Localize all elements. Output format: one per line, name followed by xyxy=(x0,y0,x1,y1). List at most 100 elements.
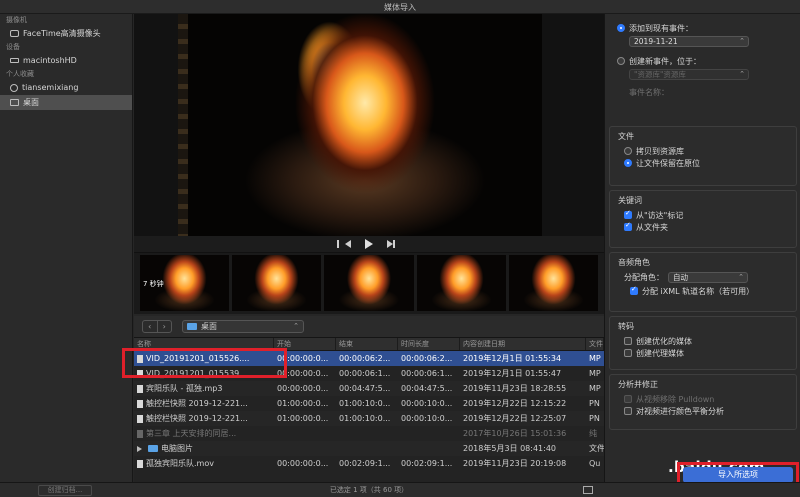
cell-name: 第三章 上天安排的同居... xyxy=(146,429,237,438)
previous-icon[interactable] xyxy=(337,240,351,248)
cell-created: 2018年5月3日 08:41:40 xyxy=(463,444,557,453)
checkbox-folders[interactable] xyxy=(624,221,632,231)
transcode-header: 转码 xyxy=(618,322,634,331)
optimized-label: 创建优化的媒体 xyxy=(636,336,692,346)
radio-leave[interactable] xyxy=(624,159,632,167)
audio-roles-header: 音频角色 xyxy=(618,258,650,267)
assign-role-dropdown[interactable]: 自动 xyxy=(668,271,748,283)
column-header-name[interactable]: 名称 xyxy=(134,338,274,350)
add-to-existing-option[interactable]: 添加到现有事件： xyxy=(617,22,789,34)
cell-duration xyxy=(398,441,460,456)
audio-roles-group: 音频角色 分配角色： 自动 分配 iXML 轨道名称（若可用） xyxy=(609,252,797,312)
filmstrip-frame: 7 秒钟 xyxy=(140,255,230,311)
proxy-media-option[interactable]: 创建代理媒体 xyxy=(618,347,788,359)
nav-buttons: ‹ › xyxy=(142,320,172,333)
cell-created: 2019年12月22日 12:15:22 xyxy=(463,399,567,408)
checkbox-color-balance[interactable] xyxy=(624,407,632,415)
color-balance-label: 对视频进行颜色平衡分析 xyxy=(636,406,724,416)
radio-add-existing[interactable] xyxy=(617,24,625,32)
finder-tags-option[interactable]: 从"访达"标记 xyxy=(618,209,788,221)
import-selected-button[interactable]: 导入所选项 xyxy=(683,467,793,483)
column-header-type[interactable]: 文件 xyxy=(586,338,604,350)
sidebar-item-facetime-camera[interactable]: FaceTime高清摄像头 xyxy=(0,26,132,41)
leave-in-place-option[interactable]: 让文件保留在原位 xyxy=(618,157,788,169)
checkbox-optimized[interactable] xyxy=(624,337,632,345)
cell-start: 00:00:00:0... xyxy=(277,354,329,363)
sidebar-item-label: tiansemixiang xyxy=(22,83,79,92)
path-label: 桌面 xyxy=(201,322,217,331)
clip-duration-label: 7 秒钟 xyxy=(143,280,164,288)
folders-option[interactable]: 从文件夹 xyxy=(618,221,788,233)
library-dropdown[interactable]: "资源库"资源库 xyxy=(629,69,749,80)
path-selector[interactable]: 桌面 ⌃ xyxy=(182,320,304,333)
sidebar-item-user[interactable]: tiansemixiang xyxy=(0,80,132,95)
cell-duration xyxy=(398,426,460,441)
table-row[interactable]: VID_20191201_015526.... 00:00:00:0... 00… xyxy=(134,351,604,366)
filmstrip-frame xyxy=(416,255,506,311)
column-header-created[interactable]: 内容创建日期 xyxy=(460,338,586,350)
cell-type: 文件 xyxy=(589,444,604,453)
color-balance-option[interactable]: 对视频进行颜色平衡分析 xyxy=(618,405,788,417)
sidebar-item-label: macintoshHD xyxy=(23,56,77,65)
cell-created: 2019年12月1日 01:55:34 xyxy=(463,354,562,363)
sidebar-item-desktop[interactable]: 桌面 xyxy=(0,95,132,110)
cell-type: MP xyxy=(589,354,601,363)
sidebar-section-header: 个人收藏 xyxy=(6,70,34,78)
cell-start xyxy=(274,441,336,456)
sidebar-item-label: FaceTime高清摄像头 xyxy=(23,29,101,38)
sidebar-section-header: 摄像机 xyxy=(6,16,27,24)
table-header: 名称 开始 结束 时间长度 内容创建日期 文件 xyxy=(134,338,604,351)
create-archive-button[interactable]: 创建归档... xyxy=(38,485,92,496)
sidebar-item-label: 桌面 xyxy=(23,98,39,107)
add-existing-label: 添加到现有事件： xyxy=(629,23,693,33)
cell-name: VID_20191201_015539.... xyxy=(146,369,250,378)
radio-create-new[interactable] xyxy=(617,57,625,65)
file-table: 名称 开始 结束 时间长度 内容创建日期 文件 VID_20191201_015… xyxy=(134,338,604,482)
checkbox-proxy[interactable] xyxy=(624,349,632,357)
checkbox-pulldown[interactable] xyxy=(624,395,632,403)
cell-start: 00:00:00:0... xyxy=(277,369,329,378)
radio-copy[interactable] xyxy=(624,147,632,155)
filmstrip-frame xyxy=(232,255,322,311)
transport-controls xyxy=(134,236,604,252)
cell-duration: 00:00:06:2... xyxy=(401,354,453,363)
sidebar-item-macintoshhd[interactable]: macintoshHD xyxy=(0,53,132,68)
checkbox-finder-tags[interactable] xyxy=(624,209,632,219)
table-row[interactable]: 触控栏快照 2019-12-221... 01:00:00:0... 01:00… xyxy=(134,396,604,411)
table-row[interactable]: 电脑图片 2018年5月3日 08:41:40 文件 xyxy=(134,441,604,456)
cell-type: PN xyxy=(589,399,600,408)
table-row[interactable]: VID_20191201_015539.... 00:00:00:0... 00… xyxy=(134,366,604,381)
file-icon xyxy=(137,459,143,468)
existing-event-dropdown[interactable]: 2019-11-21 xyxy=(629,36,749,47)
play-icon[interactable] xyxy=(365,239,373,249)
ixml-label: 分配 iXML 轨道名称（若可用） xyxy=(642,286,755,296)
filmstrip-frame xyxy=(324,255,414,311)
ixml-option[interactable]: 分配 iXML 轨道名称（若可用） xyxy=(618,285,788,297)
leave-label: 让文件保留在原位 xyxy=(636,158,700,168)
back-button[interactable]: ‹ xyxy=(143,321,158,332)
table-row[interactable]: 宾阳乐队 - 孤独.mp3 00:00:00:0... 00:04:47:5..… xyxy=(134,381,604,396)
optimized-media-option[interactable]: 创建优化的媒体 xyxy=(618,335,788,347)
assign-role-row: 分配角色： 自动 xyxy=(618,271,788,283)
cell-end: 00:00:06:1... xyxy=(339,369,391,378)
create-new-event-option[interactable]: 创建新事件，位于： xyxy=(617,55,789,67)
clip-filmstrip[interactable]: 7 秒钟 xyxy=(134,252,604,314)
column-header-end[interactable]: 结束 xyxy=(336,338,398,350)
pulldown-option[interactable]: 从视频移除 Pulldown xyxy=(618,393,788,405)
filmstrip-view-icon[interactable] xyxy=(583,486,593,494)
forward-button[interactable]: › xyxy=(158,321,172,332)
disk-icon xyxy=(10,58,19,63)
copy-to-library-option[interactable]: 拷贝到资源库 xyxy=(618,145,788,157)
column-header-duration[interactable]: 时间长度 xyxy=(398,338,460,350)
checkbox-ixml[interactable] xyxy=(630,285,638,295)
next-icon[interactable] xyxy=(387,240,395,248)
keywords-group: 关键词 从"访达"标记 从文件夹 xyxy=(609,190,797,248)
column-header-start[interactable]: 开始 xyxy=(274,338,336,350)
table-row[interactable]: 第三章 上天安排的同居... 2017年10月26日 15:01:36 纯 xyxy=(134,426,604,441)
cell-duration: 00:00:10:0... xyxy=(401,399,453,408)
disclosure-triangle-icon[interactable] xyxy=(137,445,142,452)
selection-status: 已选定 1 项（共 60 项） xyxy=(329,486,409,494)
table-row[interactable]: 孤独宾阳乐队.mov 00:00:00:0... 00:02:09:1... 0… xyxy=(134,456,604,471)
cell-duration: 00:02:09:1... xyxy=(401,459,453,468)
table-row[interactable]: 触控栏快照 2019-12-221... 01:00:00:0... 01:00… xyxy=(134,411,604,426)
